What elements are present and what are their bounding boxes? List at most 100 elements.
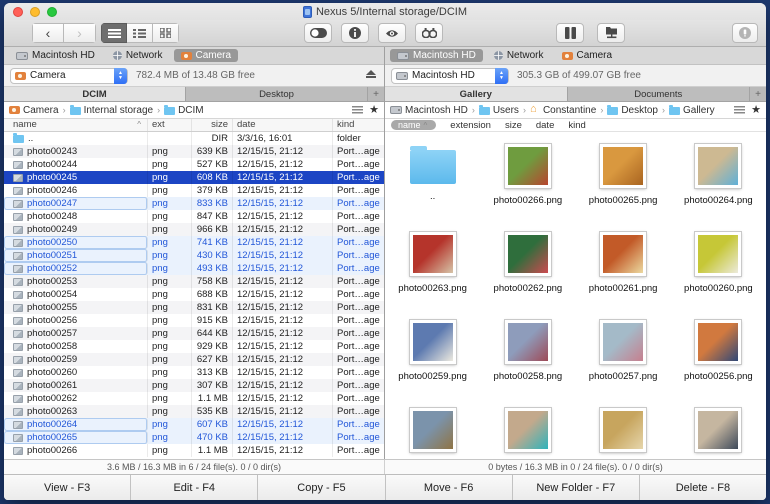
file-row[interactable]: photo00251png430 KB12/15/15, 21:12Port…a…	[4, 249, 384, 262]
grid-item[interactable]: photo00258.png	[480, 312, 575, 400]
file-row[interactable]: photo00264png607 KB12/15/15, 21:12Port…a…	[4, 418, 384, 431]
quick-look-button[interactable]	[378, 23, 406, 43]
device-action-button[interactable]	[732, 23, 758, 43]
file-row[interactable]: photo00263png535 KB12/15/15, 21:12Port…a…	[4, 405, 384, 418]
file-row[interactable]: photo00248png847 KB12/15/15, 21:12Port…a…	[4, 210, 384, 223]
toggle-panels-button[interactable]	[304, 23, 332, 43]
grid-item[interactable]: photo00261.png	[576, 224, 671, 312]
sort-header-name[interactable]: name^	[391, 120, 436, 130]
stepper-icon[interactable]: ▲▼	[114, 68, 127, 84]
breadcrumb-item-internal-storage[interactable]: Internal storage	[70, 105, 154, 116]
file-row[interactable]: photo00244png527 KB12/15/15, 21:12Port…a…	[4, 158, 384, 171]
grid-item[interactable]: photo00264.png	[671, 136, 766, 224]
info-button[interactable]	[341, 23, 369, 43]
eject-button[interactable]	[364, 70, 378, 82]
column-header-size[interactable]: size	[192, 119, 233, 131]
drive-button-network[interactable]: Network	[106, 49, 170, 62]
grid-item[interactable]: photo00262.png	[480, 224, 575, 312]
breadcrumb-item-camera[interactable]: Camera	[9, 105, 59, 116]
file-row[interactable]: photo00265png470 KB12/15/15, 21:12Port…a…	[4, 431, 384, 444]
sort-header-extension[interactable]: extension	[450, 120, 491, 131]
drive-button-network[interactable]: Network	[487, 49, 551, 62]
new-tab-button[interactable]: +	[368, 87, 384, 101]
right-drive-select[interactable]: Macintosh HD ▲▼	[391, 68, 509, 84]
left-drive-select[interactable]: Camera ▲▼	[10, 68, 128, 84]
file-row[interactable]: photo00245png608 KB12/15/15, 21:12Port…a…	[4, 171, 384, 184]
file-row[interactable]: photo00252png493 KB12/15/15, 21:12Port…a…	[4, 262, 384, 275]
detail-view-button[interactable]	[127, 23, 153, 43]
search-button[interactable]	[415, 23, 443, 43]
grid-item[interactable]: photo00253.png	[576, 400, 671, 459]
favorites-star-icon[interactable]: ★	[751, 105, 761, 116]
network-connect-button[interactable]	[597, 23, 625, 43]
list-view-button[interactable]	[101, 23, 127, 43]
file-row[interactable]: photo00261png307 KB12/15/15, 21:12Port…a…	[4, 379, 384, 392]
copy-f5-button[interactable]: Copy - F5	[258, 475, 385, 500]
file-row[interactable]: photo00260png313 KB12/15/15, 21:12Port…a…	[4, 366, 384, 379]
column-header-name[interactable]: name ^	[4, 119, 148, 131]
file-row[interactable]: photo00255png831 KB12/15/15, 21:12Port…a…	[4, 301, 384, 314]
file-row[interactable]: photo00257png644 KB12/15/15, 21:12Port…a…	[4, 327, 384, 340]
dual-pane-button[interactable]	[556, 23, 584, 43]
grid-item[interactable]: photo00263.png	[385, 224, 480, 312]
view-options-icon[interactable]	[734, 106, 745, 115]
close-window-button[interactable]	[13, 7, 23, 17]
move-f6-button[interactable]: Move - F6	[386, 475, 513, 500]
file-row[interactable]: photo00259png627 KB12/15/15, 21:12Port…a…	[4, 353, 384, 366]
sort-header-date[interactable]: date	[536, 120, 555, 131]
breadcrumb-item-desktop[interactable]: Desktop	[607, 105, 658, 116]
forward-button[interactable]: ›	[64, 23, 96, 43]
tab-gallery[interactable]: Gallery	[385, 87, 568, 101]
file-row[interactable]: photo00262png1.1 MB12/15/15, 21:12Port…a…	[4, 392, 384, 405]
new-tab-button[interactable]: +	[750, 87, 766, 101]
file-row[interactable]: photo00256png915 KB12/15/15, 21:12Port…a…	[4, 314, 384, 327]
drive-button-camera[interactable]: Camera	[174, 49, 239, 62]
tab-dcim[interactable]: DCIM	[4, 87, 186, 101]
delete-f8-button[interactable]: Delete - F8	[640, 475, 766, 500]
file-row[interactable]: photo00258png929 KB12/15/15, 21:12Port…a…	[4, 340, 384, 353]
grid-item[interactable]: photo00265.png	[576, 136, 671, 224]
sort-header-kind[interactable]: kind	[568, 120, 585, 131]
grid-item[interactable]: photo00256.png	[671, 312, 766, 400]
drive-button-camera[interactable]: Camera	[555, 49, 620, 62]
file-row[interactable]: photo00254png688 KB12/15/15, 21:12Port…a…	[4, 288, 384, 301]
breadcrumb-item-dcim[interactable]: DCIM	[164, 105, 204, 116]
grid-item[interactable]: photo00255.png	[385, 400, 480, 459]
grid-item[interactable]: photo00260.png	[671, 224, 766, 312]
grid-item[interactable]: photo00259.png	[385, 312, 480, 400]
file-row[interactable]: ..DIR3/3/16, 16:01folder	[4, 132, 384, 145]
breadcrumb-item-constantine[interactable]: Constantine	[530, 105, 596, 116]
column-header-kind[interactable]: kind	[333, 119, 384, 131]
drive-button-macintosh-hd[interactable]: Macintosh HD	[390, 49, 483, 62]
zoom-window-button[interactable]	[47, 7, 57, 17]
column-header-date[interactable]: date	[233, 119, 333, 131]
file-row[interactable]: photo00249png966 KB12/15/15, 21:12Port…a…	[4, 223, 384, 236]
grid-item[interactable]: ..	[385, 136, 480, 224]
sort-header-size[interactable]: size	[505, 120, 522, 131]
breadcrumb-item-users[interactable]: Users	[479, 105, 519, 116]
column-header-ext[interactable]: ext	[148, 119, 192, 131]
view-f3-button[interactable]: View - F3	[4, 475, 131, 500]
grid-item[interactable]: photo00266.png	[480, 136, 575, 224]
title-bar[interactable]: Nexus 5/Internal storage/DCIM	[4, 3, 766, 20]
stepper-icon[interactable]: ▲▼	[495, 68, 508, 84]
file-row[interactable]: photo00243png639 KB12/15/15, 21:12Port…a…	[4, 145, 384, 158]
grid-item[interactable]: photo00254.png	[480, 400, 575, 459]
tab-documents[interactable]: Documents	[568, 87, 751, 101]
file-row[interactable]: photo00247png833 KB12/15/15, 21:12Port…a…	[4, 197, 384, 210]
file-row[interactable]: photo00250png741 KB12/15/15, 21:12Port…a…	[4, 236, 384, 249]
file-row[interactable]: photo00266png1.1 MB12/15/15, 21:12Port…a…	[4, 444, 384, 457]
favorites-star-icon[interactable]: ★	[369, 105, 379, 116]
drive-button-macintosh-hd[interactable]: Macintosh HD	[9, 49, 102, 62]
breadcrumb-item-macintosh-hd[interactable]: Macintosh HD	[390, 105, 468, 116]
new-folder-f7-button[interactable]: New Folder - F7	[513, 475, 640, 500]
edit-f4-button[interactable]: Edit - F4	[131, 475, 258, 500]
view-options-icon[interactable]	[352, 106, 363, 115]
grid-item[interactable]: photo00257.png	[576, 312, 671, 400]
grid-item[interactable]: photo00252.png	[671, 400, 766, 459]
tab-desktop[interactable]: Desktop	[186, 87, 368, 101]
file-row[interactable]: photo00246png379 KB12/15/15, 21:12Port…a…	[4, 184, 384, 197]
grid-view-button[interactable]	[153, 23, 179, 43]
breadcrumb-item-gallery[interactable]: Gallery	[669, 105, 715, 116]
minimize-window-button[interactable]	[30, 7, 40, 17]
